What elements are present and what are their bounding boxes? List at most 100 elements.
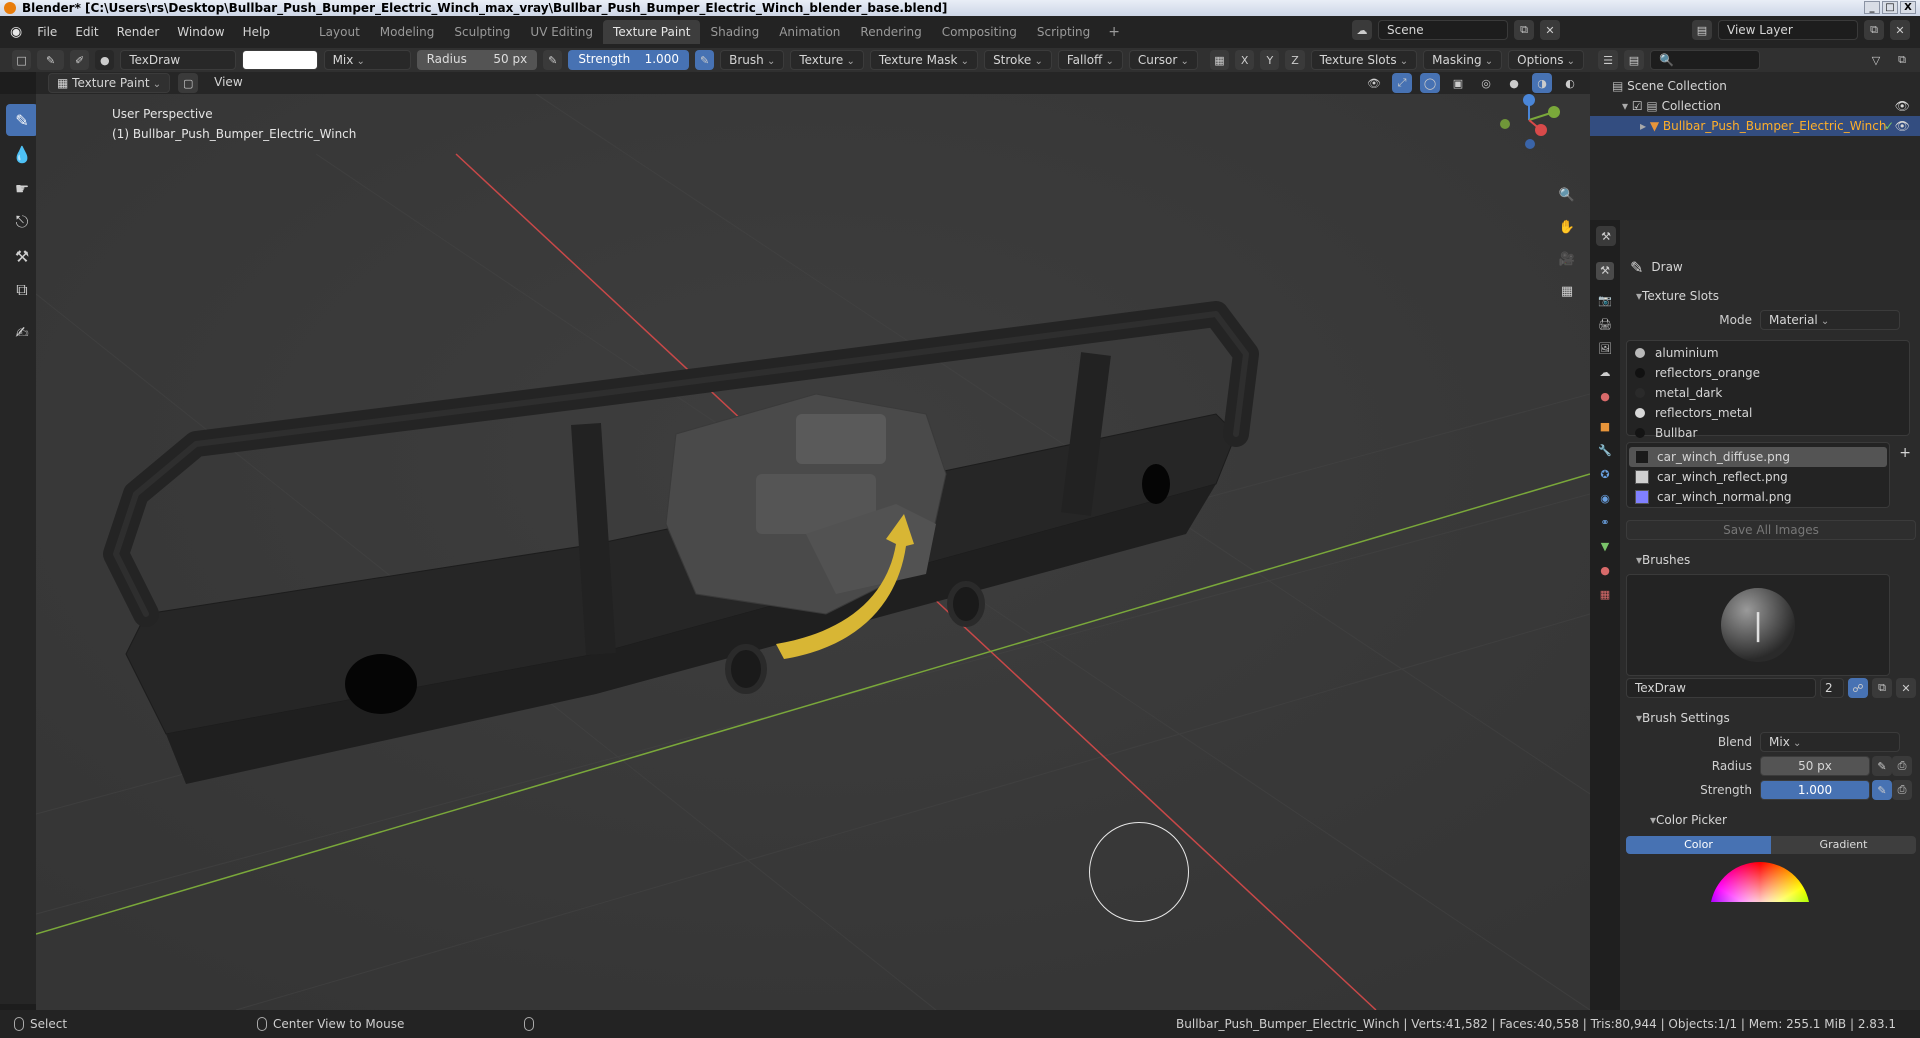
draw-tool-icon[interactable]: ✎ (6, 104, 38, 136)
delete-view-layer-icon[interactable]: ✕ (1890, 20, 1910, 40)
brush-preview[interactable]: ❘ (1626, 574, 1890, 676)
smear-tool-icon[interactable]: ☛ (6, 172, 38, 204)
properties-editor-icon[interactable]: ⚒ (1596, 226, 1616, 246)
texture-tab-icon[interactable]: ▦ (1596, 586, 1614, 604)
add-slot-icon[interactable]: + (1899, 445, 1911, 461)
blender-menu-icon[interactable]: ◉ (10, 24, 22, 40)
radius-pressure-icon[interactable]: ✎ (543, 50, 563, 70)
render-tab-icon[interactable]: 📷 (1596, 292, 1614, 310)
brush-color-swatch[interactable] (242, 50, 318, 70)
blend-mode-dropdown[interactable]: Mix (323, 50, 411, 70)
tab-uv-editing[interactable]: UV Editing (520, 20, 603, 44)
mirror-z-toggle[interactable]: Z (1285, 50, 1305, 70)
slot-mode-dropdown[interactable]: Material (1760, 310, 1900, 330)
scene-field[interactable]: Scene (1378, 20, 1508, 40)
physics-tab-icon[interactable]: ◉ (1596, 490, 1614, 508)
editor-type-icon[interactable]: □ (12, 50, 32, 70)
gizmo-icon[interactable]: ⤢ (1392, 73, 1412, 93)
fake-user-shield-icon[interactable]: ☍ (1848, 678, 1868, 698)
modifier-tab-icon[interactable]: 🔧 (1596, 442, 1614, 460)
tool-tab-icon[interactable]: ⚒ (1596, 262, 1614, 280)
overlays-icon[interactable]: ◯ (1420, 73, 1440, 93)
tab-modeling[interactable]: Modeling (370, 20, 445, 44)
view-menu[interactable]: View (206, 73, 250, 93)
brush-strength-field[interactable]: 1.000 (1760, 780, 1870, 800)
brush-fake-user-icon[interactable]: ● (95, 50, 115, 70)
modifier-icon[interactable]: ✓ (1884, 116, 1894, 136)
material-tab-icon[interactable]: ● (1596, 562, 1614, 580)
brushes-panel-header[interactable]: Brushes (1624, 548, 1920, 572)
navigation-gizmo[interactable] (1494, 94, 1564, 158)
masking-menu[interactable]: Masking (1423, 50, 1503, 70)
brush-blend-dropdown[interactable]: Mix (1760, 732, 1900, 752)
mode-icon[interactable]: ✎ (37, 50, 64, 70)
image-slot-normal[interactable]: car_winch_normal.png (1629, 487, 1887, 507)
radius-slider[interactable]: Radius 50 px (416, 50, 538, 70)
filter-icon[interactable]: ▽ (1866, 50, 1886, 70)
material-slot-metal-dark[interactable]: metal_dark (1627, 383, 1909, 403)
view-layer-tab-icon[interactable]: 🖼 (1596, 340, 1614, 358)
gizmo-x-axis[interactable] (1535, 124, 1547, 136)
texture-mask-menu[interactable]: Texture Mask (869, 50, 979, 70)
soften-tool-icon[interactable]: 💧 (6, 138, 38, 170)
view-layer-field[interactable]: View Layer (1718, 20, 1858, 40)
mask-toggle-icon[interactable]: ▢ (178, 73, 199, 93)
unlink-brush-icon[interactable]: ✕ (1896, 678, 1916, 698)
output-tab-icon[interactable]: 🖨 (1596, 316, 1614, 334)
tab-rendering[interactable]: Rendering (850, 20, 931, 44)
particles-tab-icon[interactable]: ✪ (1596, 466, 1614, 484)
mode-dropdown[interactable]: ▦ Texture Paint (48, 73, 171, 93)
shading-material-icon[interactable]: ◑ (1532, 73, 1552, 93)
camera-icon[interactable]: 🎥 (1554, 246, 1580, 272)
annotate-tool-icon[interactable]: ✍ (6, 316, 38, 348)
image-slot-diffuse[interactable]: car_winch_diffuse.png (1629, 447, 1887, 467)
brush-menu[interactable]: Brush (720, 50, 785, 70)
duplicate-brush-icon[interactable]: ⧉ (1872, 678, 1892, 698)
texture-menu[interactable]: Texture (790, 50, 864, 70)
outliner-row-object[interactable]: ▸ ▼ Bullbar_Push_Bumper_Electric_Winch ✓… (1590, 116, 1920, 136)
pan-hand-icon[interactable]: ✋ (1554, 214, 1580, 240)
data-tab-icon[interactable]: ▼ (1596, 538, 1614, 556)
minimize-button[interactable]: _ (1864, 1, 1880, 14)
texture-slots-panel-header[interactable]: Texture Slots (1624, 284, 1920, 308)
texture-slots-menu[interactable]: Texture Slots (1310, 50, 1418, 70)
display-mode-icon[interactable]: ▤ (1624, 50, 1644, 70)
menu-window[interactable]: Window (168, 16, 233, 48)
scene-tab-icon[interactable]: ☁ (1596, 364, 1614, 382)
color-picker-panel-header[interactable]: Color Picker (1624, 808, 1920, 832)
scene-icon[interactable]: ☁ (1352, 20, 1372, 40)
add-workspace-button[interactable]: + (1100, 24, 1128, 40)
radius-pressure-icon[interactable]: ✎ (1872, 756, 1892, 776)
shading-solid-icon[interactable]: ● (1504, 73, 1524, 93)
close-button[interactable]: X (1900, 1, 1916, 14)
strength-pressure-icon[interactable]: ✎ (694, 50, 715, 70)
object-tab-icon[interactable]: ■ (1596, 418, 1614, 436)
strength-unit-icon[interactable]: ⎙ (1892, 780, 1912, 800)
brush-user-count[interactable]: 2 (1820, 678, 1844, 698)
world-tab-icon[interactable]: ● (1596, 388, 1614, 406)
constraints-tab-icon[interactable]: ⚭ (1596, 514, 1614, 532)
color-wheel-area[interactable] (1624, 862, 1920, 902)
tab-compositing[interactable]: Compositing (932, 20, 1027, 44)
brush-radius-field[interactable]: 50 px (1760, 756, 1870, 776)
symmetry-icon[interactable]: ▦ (1209, 50, 1230, 70)
cursor-menu[interactable]: Cursor (1128, 50, 1198, 70)
tab-texture-paint[interactable]: Texture Paint (603, 20, 701, 44)
tab-animation[interactable]: Animation (769, 20, 850, 44)
xray-icon[interactable]: ▣ (1448, 73, 1468, 93)
new-collection-icon[interactable]: ⧉ (1892, 50, 1912, 70)
new-view-layer-icon[interactable]: ⧉ (1864, 20, 1884, 40)
3d-viewport[interactable]: User Perspective (1) Bullbar_Push_Bumper… (36, 94, 1590, 1010)
material-slot-bullbar[interactable]: Bullbar (1627, 423, 1909, 443)
eye-icon[interactable]: 👁 (1895, 96, 1910, 116)
outliner-row-collection[interactable]: ▾ ☑ ▤ Collection 👁 (1590, 96, 1920, 116)
zoom-icon[interactable]: 🔍 (1554, 182, 1580, 208)
strength-slider[interactable]: Strength 1.000 (568, 50, 689, 70)
ortho-grid-icon[interactable]: ▦ (1554, 278, 1580, 304)
expand-arrow-icon[interactable]: ▸ (1640, 119, 1650, 133)
outliner-editor-icon[interactable]: ☰ (1598, 50, 1618, 70)
clone-tool-icon[interactable]: ⎋ (6, 206, 38, 238)
expand-arrow-icon[interactable]: ▾ (1622, 99, 1632, 113)
mirror-x-toggle[interactable]: X (1235, 50, 1255, 70)
new-scene-icon[interactable]: ⧉ (1514, 20, 1534, 40)
